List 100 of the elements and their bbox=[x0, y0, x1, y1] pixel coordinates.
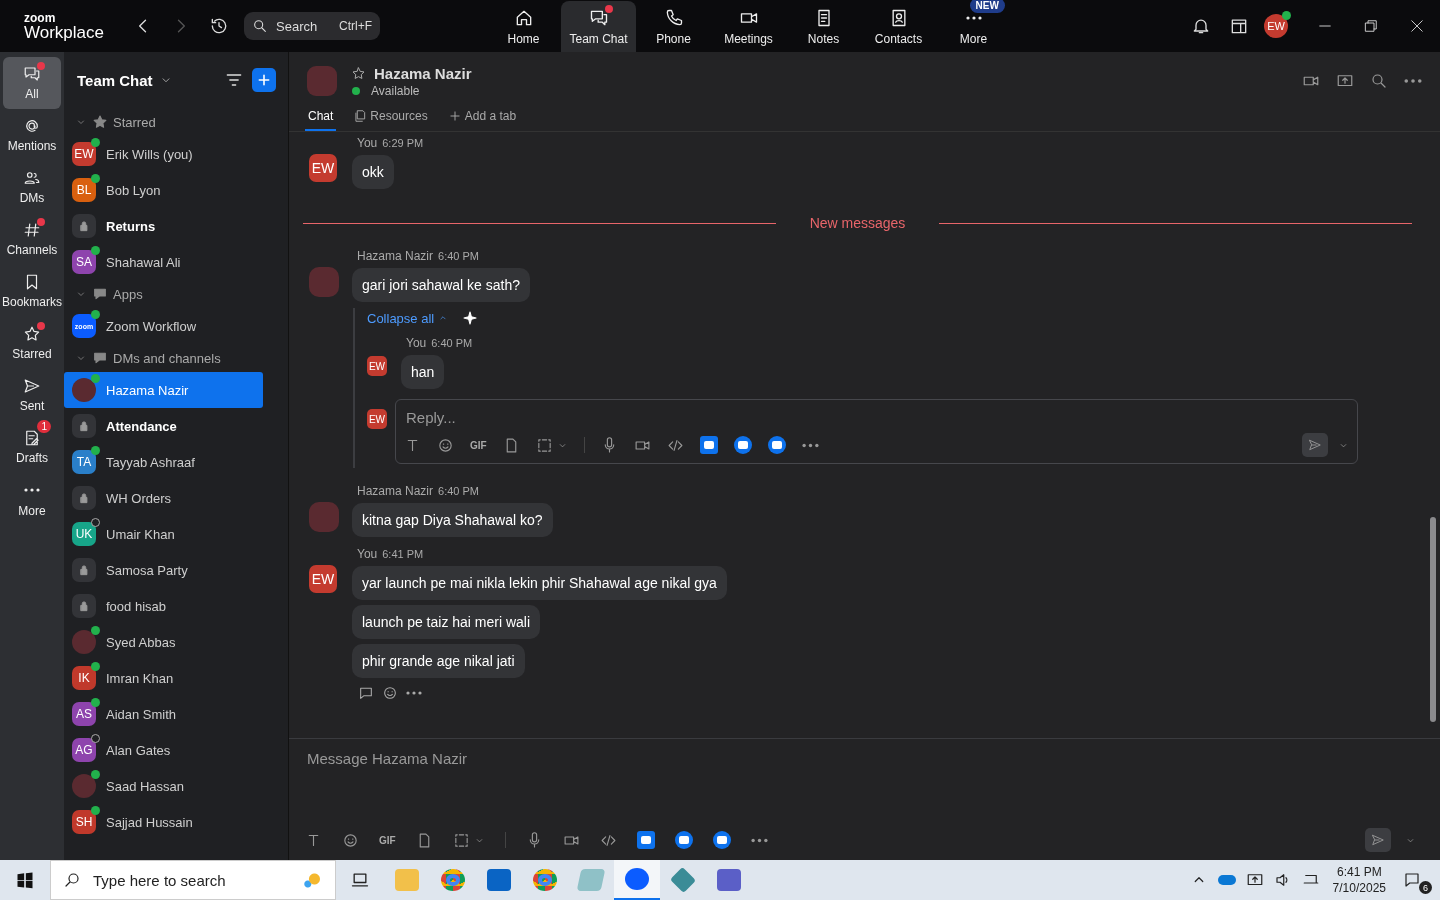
chat-list-item[interactable]: WH Orders bbox=[64, 480, 263, 516]
message-bubble: gari jori sahawal ke sath? bbox=[352, 268, 530, 302]
search-icon bbox=[63, 871, 81, 889]
photo-placeholder bbox=[72, 378, 96, 402]
app-icon[interactable] bbox=[712, 831, 731, 849]
chat-list-item[interactable]: TA Tayyab Ashraaf bbox=[64, 444, 263, 480]
cloud-icon[interactable] bbox=[1217, 875, 1236, 885]
app-icon[interactable] bbox=[733, 436, 752, 454]
restore-icon[interactable] bbox=[1362, 17, 1380, 35]
section-header[interactable]: DMs and channels bbox=[64, 344, 264, 372]
screenshot-icon[interactable] bbox=[452, 831, 470, 849]
gif-button[interactable]: GIF bbox=[470, 439, 487, 451]
rail-item[interactable]: Mentions bbox=[3, 109, 61, 161]
rail-item[interactable]: Channels bbox=[3, 213, 61, 265]
reply-icon[interactable] bbox=[358, 685, 374, 701]
section-header[interactable]: Apps bbox=[64, 280, 264, 308]
collapse-link[interactable]: Collapse all bbox=[367, 310, 449, 326]
chat-tab[interactable]: Chat bbox=[305, 102, 337, 131]
rail-item[interactable]: 1 Drafts bbox=[3, 421, 61, 473]
chat-list-item[interactable]: Attendance bbox=[64, 408, 263, 444]
plus-icon bbox=[256, 72, 272, 88]
gif-button[interactable]: GIF bbox=[379, 834, 396, 846]
sender-name: You bbox=[406, 336, 427, 350]
avatar: IK bbox=[72, 666, 96, 690]
nav-tab[interactable]: Notes bbox=[786, 1, 861, 52]
avatar: EW bbox=[367, 409, 387, 429]
message-bubble: okk bbox=[352, 155, 394, 189]
timestamp: 6:40 PM bbox=[431, 337, 473, 349]
windows-start-icon[interactable] bbox=[15, 870, 35, 890]
chat-list-item[interactable]: SA Shahawal Ali bbox=[64, 244, 263, 280]
chat-list-item[interactable]: SH Sajjad Hussain bbox=[64, 804, 263, 840]
sidebar-title-dropdown[interactable]: Team Chat bbox=[77, 71, 173, 89]
app-icon[interactable] bbox=[636, 831, 655, 849]
rail-item[interactable]: Starred bbox=[3, 317, 61, 369]
reply-field[interactable]: Reply... bbox=[404, 408, 604, 427]
search-input[interactable]: Type here to search bbox=[91, 870, 294, 890]
chat-list-item[interactable]: AG Alan Gates bbox=[64, 732, 263, 768]
chat-list-item[interactable]: AS Aidan Smith bbox=[64, 696, 263, 732]
chat-list-item[interactable]: BL Bob Lyon bbox=[64, 172, 263, 208]
send-button[interactable] bbox=[1302, 433, 1328, 457]
rail-item[interactable]: All bbox=[3, 57, 61, 109]
chat-list-item[interactable]: IK Imran Khan bbox=[64, 660, 263, 696]
rail-item[interactable]: Bookmarks bbox=[3, 265, 61, 317]
notification-count: 6 bbox=[1419, 881, 1432, 894]
chat-tab[interactable]: Add a tab bbox=[444, 102, 520, 131]
nav-tab[interactable]: Phone bbox=[636, 1, 711, 52]
chat-list-item[interactable]: Syed Abbas bbox=[64, 624, 263, 660]
search-bar[interactable]: Search Ctrl+F bbox=[244, 12, 380, 40]
chat-list-item[interactable]: Samosa Party bbox=[64, 552, 263, 588]
send-button[interactable] bbox=[1365, 828, 1391, 852]
lock-icon bbox=[77, 599, 91, 613]
more-icon[interactable] bbox=[965, 16, 982, 20]
chat-list-item[interactable]: food hisab bbox=[64, 588, 263, 624]
sparkle-icon[interactable] bbox=[462, 310, 479, 326]
search-input[interactable]: Search bbox=[274, 17, 330, 35]
chat-list-item[interactable]: Saad Hassan bbox=[64, 768, 263, 804]
message-bubble: launch pe taiz hai meri wali bbox=[352, 605, 541, 639]
new-badge: NEW bbox=[969, 0, 1005, 13]
chat-list-item[interactable]: Returns bbox=[64, 208, 263, 244]
app-icon[interactable] bbox=[674, 831, 693, 849]
chat-list-item[interactable]: UK Umair Khan bbox=[64, 516, 263, 552]
profile-avatar[interactable]: EW bbox=[1264, 14, 1288, 38]
speech-bubble-icon bbox=[92, 286, 108, 302]
chat-list-item[interactable]: EW Erik Wills (you) bbox=[64, 136, 263, 172]
notification-icon[interactable] bbox=[1403, 871, 1421, 889]
history-icon[interactable] bbox=[209, 16, 229, 36]
chat-list-item[interactable]: Hazama Nazir bbox=[64, 372, 263, 408]
emoji-icon[interactable] bbox=[342, 831, 359, 849]
avatar: EW bbox=[367, 356, 387, 376]
app-icon[interactable] bbox=[699, 436, 718, 454]
avatar: AG bbox=[72, 738, 96, 762]
close-icon[interactable] bbox=[1408, 17, 1426, 35]
section-header[interactable]: Starred bbox=[64, 108, 264, 136]
nav-tab[interactable]: Team Chat bbox=[561, 1, 636, 52]
avatar: UK bbox=[72, 522, 96, 546]
emoji-icon[interactable] bbox=[382, 685, 398, 701]
paper-plane-icon bbox=[1371, 833, 1385, 847]
star-icon bbox=[92, 114, 108, 130]
photo-placeholder bbox=[309, 267, 339, 297]
nav-tab[interactable]: NEW More bbox=[936, 1, 1011, 52]
chat-tab[interactable]: Resources bbox=[350, 102, 431, 131]
search-icon[interactable] bbox=[1370, 72, 1388, 90]
new-chat-button[interactable] bbox=[252, 68, 276, 92]
taskbar-search-bar[interactable]: Type here to search bbox=[50, 860, 336, 900]
sender-name: You bbox=[357, 547, 378, 561]
app-icon[interactable] bbox=[767, 436, 786, 454]
star-icon bbox=[23, 325, 41, 343]
rail-item[interactable]: More bbox=[3, 473, 61, 525]
rail-item[interactable]: Sent bbox=[3, 369, 61, 421]
message-field[interactable]: Message Hazama Nazir bbox=[305, 749, 705, 768]
message-bubble: yar launch pe mai nikla lekin phir Shahawal age nikal gya bbox=[352, 566, 727, 600]
nav-tab[interactable]: Home bbox=[486, 1, 561, 52]
more-icon[interactable] bbox=[24, 488, 40, 492]
emoji-icon[interactable] bbox=[437, 436, 454, 454]
screenshot-icon[interactable] bbox=[535, 436, 553, 454]
rail-item[interactable]: DMs bbox=[3, 161, 61, 213]
avatar: TA bbox=[72, 450, 96, 474]
nav-tab[interactable]: Meetings bbox=[711, 1, 786, 52]
nav-tab[interactable]: Contacts bbox=[861, 1, 936, 52]
star-icon[interactable] bbox=[351, 65, 366, 81]
